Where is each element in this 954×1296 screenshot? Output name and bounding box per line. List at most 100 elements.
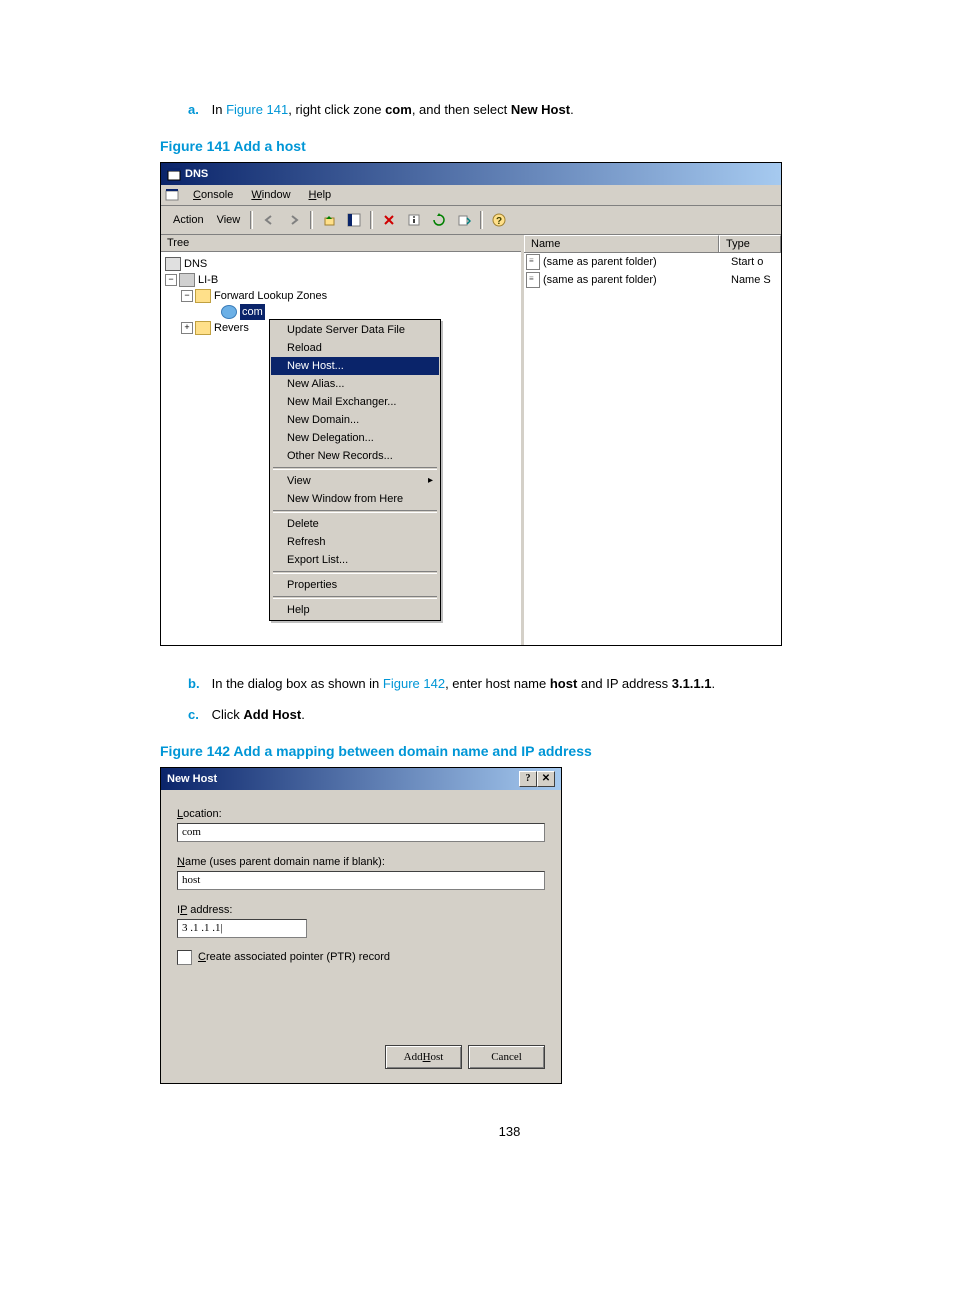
ctx-new-domain[interactable]: New Domain... (271, 411, 439, 429)
text: and IP address (577, 676, 671, 691)
ip-label: IP address: (177, 904, 545, 916)
text: . (301, 707, 305, 722)
figure-link-142[interactable]: Figure 142 (383, 676, 445, 691)
dialog-titlebar: New Host ? ✕ (161, 768, 561, 790)
ptr-checkbox[interactable] (177, 950, 192, 965)
dialog-body: Location: com Name (uses parent domain n… (161, 790, 561, 1083)
text: Click (212, 707, 244, 722)
location-label: Location: (177, 808, 545, 820)
help-button[interactable]: ? (487, 209, 511, 231)
add-host-button[interactable]: Add Host (385, 1045, 462, 1069)
new-host-dialog: New Host ? ✕ Location: com Name (uses pa… (160, 767, 562, 1084)
ptr-label: Create associated pointer (PTR) record (198, 951, 390, 963)
delete-button[interactable] (377, 209, 401, 231)
list-row[interactable]: (same as parent folder) Name S (524, 271, 781, 289)
ctx-view[interactable]: View (271, 472, 439, 490)
text-bold: host (550, 676, 577, 691)
menu-window[interactable]: Window (243, 187, 298, 203)
text-bold: com (385, 102, 412, 117)
ctx-new-host[interactable]: New Host... (271, 357, 439, 375)
ctx-delete[interactable]: Delete (271, 515, 439, 533)
list-header: Name Type (524, 235, 781, 253)
text: In (212, 102, 226, 117)
help-window-button[interactable]: ? (519, 771, 537, 787)
name-label: Name (uses parent domain name if blank): (177, 856, 545, 868)
tree-fwd-zones[interactable]: −Forward Lookup Zones (165, 288, 517, 304)
svg-text:?: ? (496, 216, 502, 227)
close-window-button[interactable]: ✕ (537, 771, 555, 787)
mmc-body: Tree DNS −LI-B −Forward Lookup Zones com… (161, 235, 781, 645)
folder-icon (195, 321, 211, 335)
refresh-button[interactable] (427, 209, 451, 231)
zone-icon (221, 305, 237, 319)
expand-icon[interactable]: + (181, 322, 193, 334)
step-letter-b: b. (188, 674, 208, 694)
properties-button[interactable] (402, 209, 426, 231)
ctx-update-server-data[interactable]: Update Server Data File (271, 321, 439, 339)
console-icon (165, 188, 179, 202)
text-bold: 3.1.1.1 (672, 676, 712, 691)
separator (273, 596, 437, 599)
text: , enter host name (445, 676, 550, 691)
text-bold: New Host (511, 102, 570, 117)
separator (273, 467, 437, 470)
ctx-reload[interactable]: Reload (271, 339, 439, 357)
context-menu: Update Server Data File Reload New Host.… (269, 319, 441, 621)
dialog-title: New Host (167, 773, 217, 785)
show-hide-tree-button[interactable] (342, 209, 366, 231)
separator (480, 211, 483, 229)
page-number: 138 (160, 1124, 859, 1139)
back-button[interactable] (257, 209, 281, 231)
menu-console[interactable]: CConsoleonsole (185, 187, 241, 203)
dns-mmc-window: DNS CConsoleonsole Window Help Action Vi… (160, 162, 782, 646)
separator (273, 571, 437, 574)
dns-root-icon (165, 257, 181, 271)
up-button[interactable] (317, 209, 341, 231)
forward-button[interactable] (282, 209, 306, 231)
record-icon (526, 254, 540, 270)
ctx-help[interactable]: Help (271, 601, 439, 619)
cell-name: (same as parent folder) (543, 256, 657, 268)
separator (250, 211, 253, 229)
tree-pane: Tree DNS −LI-B −Forward Lookup Zones com… (161, 235, 524, 645)
ctx-new-delegation[interactable]: New Delegation... (271, 429, 439, 447)
step-letter-c: c. (188, 705, 208, 725)
ctx-new-window[interactable]: New Window from Here (271, 490, 439, 508)
toolbar-view[interactable]: View (211, 214, 247, 226)
toolbar-action[interactable]: Action (167, 214, 210, 226)
figure-141-caption: Figure 141 Add a host (160, 138, 859, 154)
cell-name: (same as parent folder) (543, 274, 657, 286)
tree-zone-com[interactable]: com (165, 304, 517, 320)
col-name[interactable]: Name (524, 235, 719, 252)
col-type[interactable]: Type (719, 235, 781, 252)
ptr-checkbox-row[interactable]: Create associated pointer (PTR) record (177, 950, 545, 965)
figure-142-caption: Figure 142 Add a mapping between domain … (160, 743, 859, 759)
name-field[interactable]: host (177, 871, 545, 890)
tree-header: Tree (161, 235, 521, 252)
ctx-new-alias[interactable]: New Alias... (271, 375, 439, 393)
ctx-refresh[interactable]: Refresh (271, 533, 439, 551)
cancel-button[interactable]: Cancel (468, 1045, 545, 1069)
cell-type: Start o (731, 256, 779, 268)
tree-server[interactable]: −LI-B (165, 272, 517, 288)
ctx-export[interactable]: Export List... (271, 551, 439, 569)
ctx-new-mx[interactable]: New Mail Exchanger... (271, 393, 439, 411)
ctx-properties[interactable]: Properties (271, 576, 439, 594)
collapse-icon[interactable]: − (181, 290, 193, 302)
list-pane: Name Type (same as parent folder) Start … (524, 235, 781, 645)
text: . (712, 676, 716, 691)
menubar: CConsoleonsole Window Help (161, 185, 781, 206)
folder-icon (195, 289, 211, 303)
dns-icon (167, 167, 181, 181)
menu-help[interactable]: Help (301, 187, 340, 203)
ctx-other-records[interactable]: Other New Records... (271, 447, 439, 465)
ip-field[interactable]: 3 .1 .1 .1| (177, 919, 307, 938)
figure-link-141[interactable]: Figure 141 (226, 102, 288, 117)
list-row[interactable]: (same as parent folder) Start o (524, 253, 781, 271)
export-button[interactable] (452, 209, 476, 231)
location-field: com (177, 823, 545, 842)
tree-root-dns[interactable]: DNS (165, 256, 517, 272)
collapse-icon[interactable]: − (165, 274, 177, 286)
text: , and then select (412, 102, 511, 117)
server-icon (179, 273, 195, 287)
